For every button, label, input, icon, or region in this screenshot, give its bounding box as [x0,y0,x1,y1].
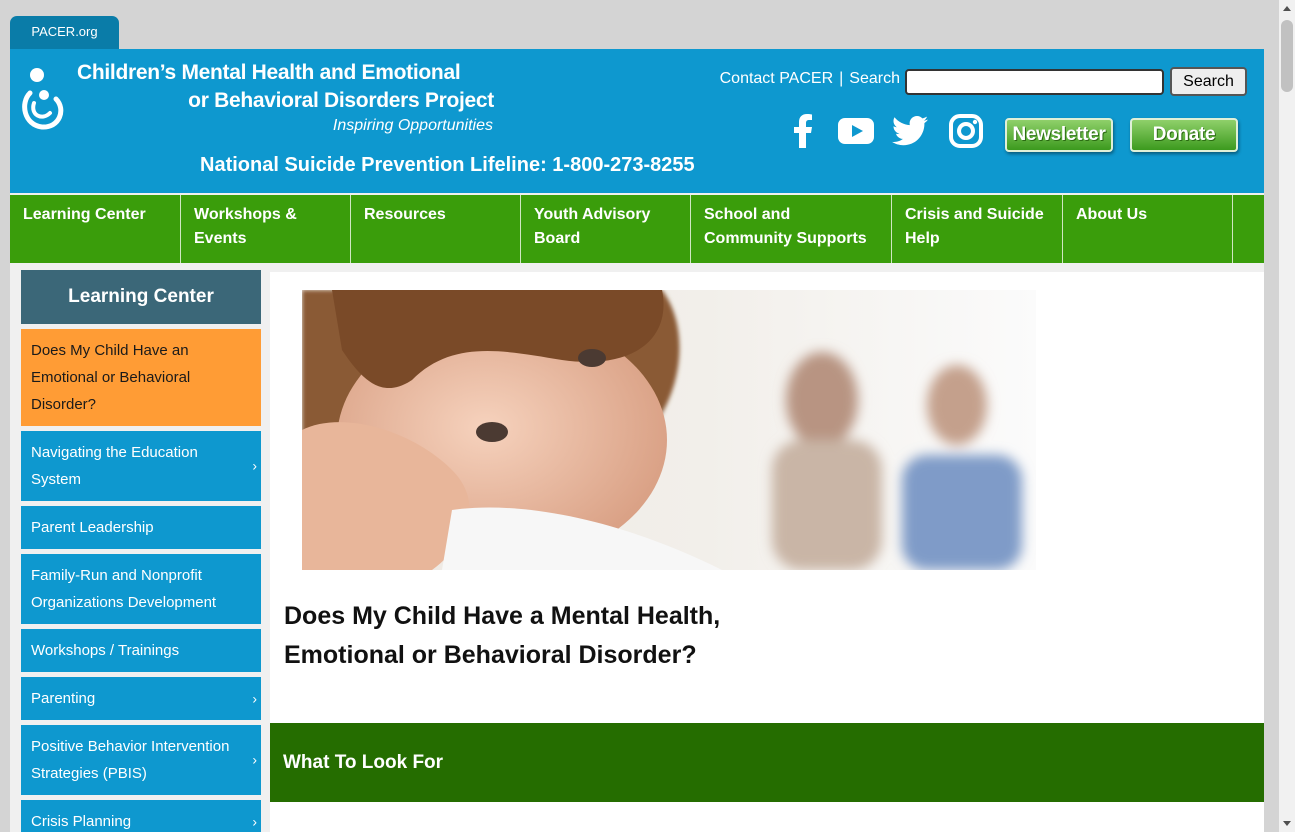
sidebar-item-label: Positive Behavior Intervention Strategie… [31,738,230,782]
suicide-lifeline-text: National Suicide Prevention Lifeline: 1-… [200,154,695,176]
nav-learning-center[interactable]: Learning Center [10,195,181,263]
pacer-logo-icon[interactable] [20,65,66,131]
site-title-line1[interactable]: Children’s Mental Health and Emotional [77,61,461,85]
search-label: Search [849,70,900,87]
sidebar-item-parent-leadership[interactable]: Parent Leadership [21,506,261,549]
search-button[interactable]: Search [1170,67,1247,96]
instagram-icon[interactable] [948,113,984,149]
nav-workshops-events[interactable]: Workshops & Events [181,195,351,263]
nav-about-us[interactable]: About Us [1063,195,1233,263]
donate-button[interactable]: Donate [1130,118,1238,152]
sidebar-item-pbis[interactable]: Positive Behavior Intervention Strategie… [21,725,261,795]
sidebar-item-label: Does My Child Have an Emotional or Behav… [31,342,191,413]
nav-crisis-suicide-help[interactable]: Crisis and Suicide Help [892,195,1063,263]
chevron-right-icon: › [252,751,257,768]
scroll-up-arrow-icon[interactable] [1279,0,1295,17]
site-tagline: Inspiring Opportunities [332,117,493,134]
sidebar-item-label: Parent Leadership [31,519,154,536]
sidebar-item-crisis-planning[interactable]: Crisis Planning › [21,800,261,832]
facebook-icon[interactable] [785,113,821,149]
site-header: Children’s Mental Health and Emotional o… [10,49,1264,193]
nav-youth-advisory-board[interactable]: Youth Advisory Board [521,195,691,263]
sidebar-item-workshops-trainings[interactable]: Workshops / Trainings [21,629,261,672]
page-title: Does My Child Have a Mental Health, Emot… [284,602,721,669]
sidebar-item-label: Navigating the Education System [31,444,198,488]
sidebar-item-family-run-nonprofit[interactable]: Family-Run and Nonprofit Organizations D… [21,554,261,624]
contact-pacer-link[interactable]: Contact PACER [720,70,834,88]
sidebar-heading[interactable]: Learning Center [21,270,261,324]
hero-image [302,290,1036,570]
search-input[interactable] [905,69,1164,95]
header-links: Contact PACER | Search [720,70,900,88]
twitter-icon[interactable] [892,113,928,149]
chevron-right-icon: › [252,457,257,474]
chevron-right-icon: › [252,813,257,829]
site-page: Children’s Mental Health and Emotional o… [10,49,1264,832]
sidebar-item-label: Crisis Planning [31,813,132,830]
sidebar-item-does-my-child[interactable]: Does My Child Have an Emotional or Behav… [21,329,261,426]
main-content: Does My Child Have a Mental Health, Emot… [270,272,1264,832]
sidebar-item-navigating-education[interactable]: Navigating the Education System › [21,431,261,501]
youtube-icon[interactable] [838,113,874,149]
sidebar-item-label: Parenting [31,690,96,707]
section-what-to-look-for[interactable]: What To Look For [270,723,1264,802]
pacer-org-tab[interactable]: PACER.org [10,16,119,49]
nav-resources[interactable]: Resources [351,195,521,263]
newsletter-button[interactable]: Newsletter [1005,118,1113,152]
sidebar-item-parenting[interactable]: Parenting › [21,677,261,720]
page-scrollbar[interactable] [1279,0,1295,832]
nav-school-community-supports[interactable]: School and Community Supports [691,195,892,263]
main-nav: Learning Center Workshops & Events Resou… [10,195,1264,263]
scroll-down-arrow-icon[interactable] [1279,815,1295,832]
sidebar: Learning Center Does My Child Have an Em… [21,270,261,832]
site-title-line2[interactable]: or Behavioral Disorders Project [188,89,494,113]
chevron-right-icon: › [252,690,257,706]
sidebar-item-label: Family-Run and Nonprofit Organizations D… [31,567,217,611]
scroll-thumb[interactable] [1281,20,1293,92]
link-separator: | [839,70,844,87]
sidebar-item-label: Workshops / Trainings [31,642,180,659]
